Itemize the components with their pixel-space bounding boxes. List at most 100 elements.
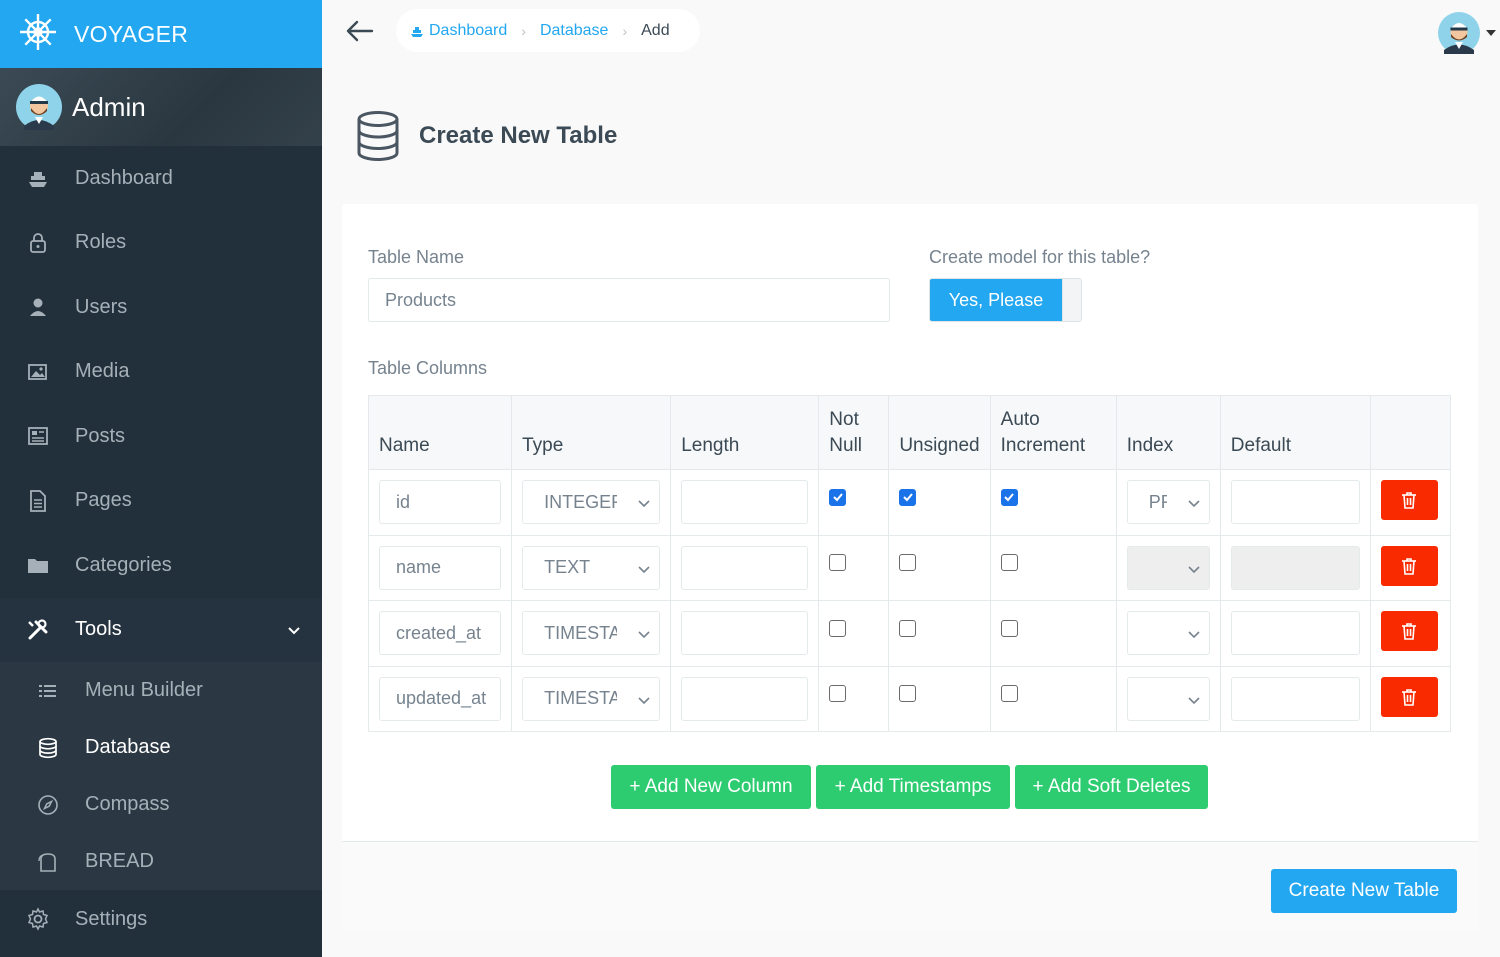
create-model-toggle[interactable]: Yes, Please [929,278,1082,322]
compass-icon [36,793,60,817]
panel-footer: Create New Table [342,841,1478,932]
sidebar-item-dashboard[interactable]: Dashboard [0,146,322,211]
auto-increment-checkbox[interactable] [1000,554,1018,572]
create-new-table-button[interactable]: Create New Table [1271,869,1457,913]
auto-increment-checkbox[interactable] [1000,488,1018,506]
cell-actions [1369,600,1452,667]
breadcrumb-database[interactable]: Database [540,22,609,40]
column-length-input[interactable] [681,480,809,525]
page-header: Create New Table [354,110,617,162]
sidebar-item-compass[interactable]: Compass [0,776,322,833]
cell-index [1115,600,1221,667]
sidebar-item-media[interactable]: Media [0,340,322,405]
column-name-input[interactable]: name [379,545,502,590]
sidebar: VOYAGER Admin Dashboard Roles Users Medi… [0,0,322,957]
auto-increment-checkbox[interactable] [1000,619,1018,637]
column-length-input[interactable] [681,676,809,721]
cell-actions [1369,534,1452,601]
sidebar-item-bread[interactable]: BREAD [0,833,322,890]
auto-increment-checkbox[interactable] [1000,685,1018,703]
not-null-checkbox[interactable] [829,619,847,637]
delete-column-button[interactable] [1380,545,1438,586]
database-icon [36,736,60,760]
cell-type: TIMESTAMP [511,600,672,667]
bread-icon [36,850,60,874]
add-new-column-button[interactable]: + Add New Column [611,765,811,809]
sidebar-item-database[interactable]: Database [0,719,322,776]
sidebar-item-tools[interactable]: Tools [0,597,322,662]
index-select[interactable] [1126,676,1210,721]
column-type-select[interactable]: TIMESTAMP [522,676,661,721]
cell-index [1115,534,1221,601]
delete-column-button[interactable] [1380,480,1438,521]
create-table-panel: Table Name Products Create model for thi… [342,204,1478,932]
unsigned-checkbox[interactable] [899,619,917,637]
header-not-null: Not Null [818,395,890,470]
cell-not-null [818,600,890,667]
column-name-input[interactable]: updated_at [379,676,502,721]
index-select[interactable] [1126,545,1210,590]
header-text: Null [829,435,863,456]
index-select[interactable] [1126,611,1210,656]
delete-column-button[interactable] [1380,611,1438,652]
column-length-input[interactable] [681,611,809,656]
not-null-checkbox[interactable] [829,488,847,506]
unsigned-checkbox[interactable] [899,685,917,703]
header-default: Default [1219,395,1371,470]
sidebar-item-users[interactable]: Users [0,275,322,340]
columns-table: Name Type Length Not Null Unsigned Auto In… [367,395,1452,732]
table-name-input[interactable]: Products [368,278,890,322]
sidebar-item-menu-builder[interactable]: Menu Builder [0,662,322,719]
news-icon [25,423,51,449]
default-input[interactable] [1230,611,1360,656]
user-profile[interactable]: Admin [0,68,322,146]
add-soft-deletes-button[interactable]: + Add Soft Deletes [1015,765,1208,809]
column-name-input[interactable]: id [379,480,502,525]
default-input[interactable] [1230,480,1360,525]
header-actions [1369,395,1452,470]
column-length-input[interactable] [681,545,809,590]
add-timestamps-button[interactable]: + Add Timestamps [816,765,1010,809]
not-null-checkbox[interactable] [829,554,847,572]
column-type-select[interactable]: TEXT [522,545,661,590]
delete-column-button[interactable] [1380,676,1438,717]
lock-icon [25,230,51,256]
cell-name: name [367,534,513,601]
sidebar-item-categories[interactable]: Categories [0,533,322,598]
table-row: name TEXT [367,534,1452,601]
sidebar-item-roles[interactable]: Roles [0,211,322,276]
sidebar-item-label: Categories [75,553,172,576]
unsigned-checkbox[interactable] [899,554,917,572]
create-model-label: Create model for this table? [929,247,1151,267]
checkmark-icon [1004,493,1014,502]
cell-auto-increment [989,534,1117,601]
column-name-input[interactable]: created_at [379,611,502,656]
sidebar-item-label: Pages [75,489,132,512]
cell-index: PR [1115,469,1221,536]
chevron-down-icon [1188,697,1200,704]
cell-type: TEXT [511,534,672,601]
avatar [1438,12,1480,54]
cell-actions [1369,469,1452,536]
column-type-select[interactable]: TIMESTAMP [522,611,661,656]
breadcrumb-dashboard[interactable]: Dashboard [410,22,507,40]
back-arrow-icon[interactable] [343,15,377,47]
sidebar-item-posts[interactable]: Posts [0,404,322,469]
sidebar-item-settings[interactable]: Settings [0,887,322,951]
default-input[interactable] [1230,545,1360,590]
index-select[interactable]: PR [1126,480,1210,525]
select-value: TIMESTAMP [544,622,617,643]
sidebar-item-label: Database [85,736,171,758]
brand-header[interactable]: VOYAGER [0,0,322,68]
table-row: id INTEGER PR [367,469,1452,536]
images-icon [25,359,51,385]
default-input[interactable] [1230,676,1360,721]
not-null-checkbox[interactable] [829,685,847,703]
chevron-down-icon [1188,566,1200,573]
user-menu[interactable] [1438,12,1496,54]
unsigned-checkbox[interactable] [899,488,917,506]
column-type-select[interactable]: INTEGER [522,480,661,525]
sidebar-item-pages[interactable]: Pages [0,469,322,534]
header-text: Increment [1000,435,1086,456]
cell-auto-increment [989,665,1117,732]
